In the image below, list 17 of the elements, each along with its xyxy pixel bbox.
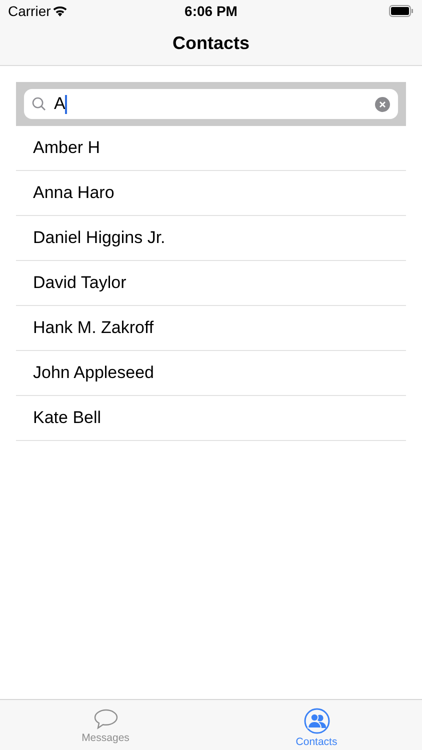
clock-time: 6:06 PM bbox=[184, 3, 238, 19]
contact-row[interactable]: Kate Bell bbox=[16, 396, 406, 441]
contact-row[interactable]: Anna Haro bbox=[16, 171, 406, 216]
contact-row[interactable]: Hank M. Zakroff bbox=[16, 306, 406, 351]
search-icon bbox=[32, 97, 46, 111]
contact-row[interactable]: Amber H bbox=[16, 126, 406, 171]
carrier-label: Carrier bbox=[8, 3, 51, 19]
battery-icon bbox=[389, 5, 414, 17]
screen-title: Contacts bbox=[172, 33, 250, 54]
contact-row[interactable]: Daniel Higgins Jr. bbox=[16, 216, 406, 261]
contact-row[interactable]: David Taylor bbox=[16, 261, 406, 306]
people-icon bbox=[304, 708, 330, 734]
search-field[interactable]: A bbox=[24, 89, 398, 119]
contact-row[interactable]: John Appleseed bbox=[16, 351, 406, 396]
clear-icon[interactable] bbox=[375, 96, 390, 112]
wifi-icon bbox=[52, 5, 68, 17]
chat-bubble-icon bbox=[92, 708, 118, 730]
